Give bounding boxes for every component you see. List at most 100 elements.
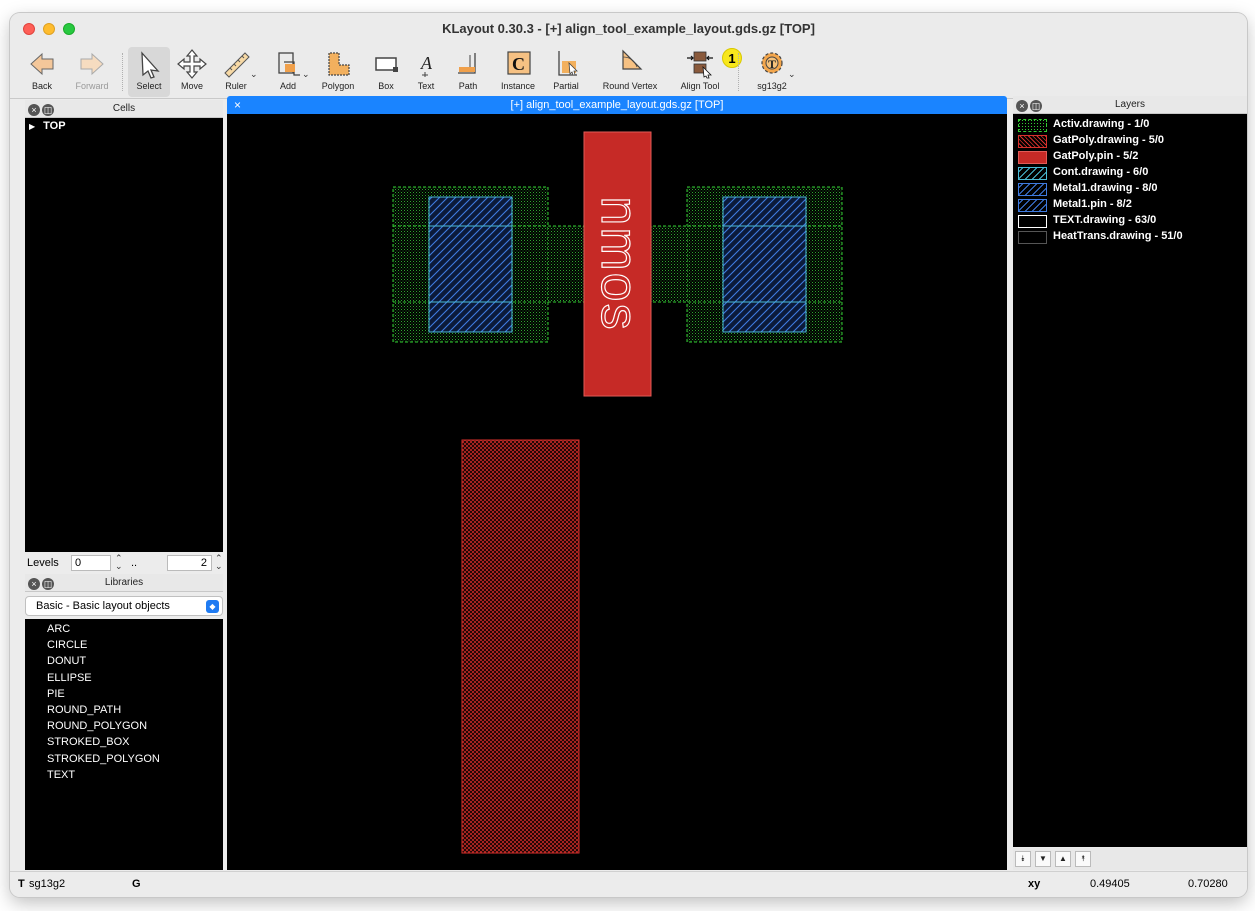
layers-panel-header: × ◫ Layers — [1013, 96, 1247, 114]
polygon-tool-button[interactable]: Polygon — [316, 47, 360, 97]
toolbar-separator — [122, 53, 123, 91]
level-to-stepper[interactable]: ⌃ ⌄ — [215, 554, 223, 571]
library-cell-item[interactable]: ELLIPSE — [47, 670, 223, 686]
move-down-icon[interactable]: ▼ — [1035, 851, 1051, 867]
coord-x: 0.49405 — [1090, 878, 1130, 890]
metal1-right[interactable] — [722, 196, 807, 333]
layer-row[interactable]: HeatTrans.drawing - 51/0 — [1013, 229, 1247, 245]
library-cell-item[interactable]: STROKED_POLYGON — [47, 751, 223, 767]
klayout-window: KLayout 0.30.3 - [+] align_tool_example_… — [10, 13, 1247, 897]
layer-row[interactable]: TEXT.drawing - 63/0 — [1013, 213, 1247, 229]
levels-control: Levels ⌃⌄ .. ⌃⌄ — [25, 553, 223, 573]
library-cell-item[interactable]: TEXT — [47, 767, 223, 783]
layer-swatch — [1018, 119, 1047, 132]
ruler-icon — [224, 52, 250, 78]
move-arrows-icon — [177, 49, 207, 79]
window-title: KLayout 0.30.3 - [+] align_tool_example_… — [442, 21, 815, 36]
forward-arrow-icon — [80, 52, 104, 76]
cell-tree-item[interactable]: ▶ TOP — [29, 120, 219, 132]
back-button[interactable]: Back — [22, 47, 62, 97]
cells-panel-header: × ◫ Cells — [25, 100, 223, 118]
move-tool-button[interactable]: Move — [174, 47, 210, 97]
layout-tab[interactable]: × [+] align_tool_example_layout.gds.gz [… — [227, 96, 1007, 114]
layout-drawing[interactable]: nmos — [227, 114, 1007, 870]
library-cell-item[interactable]: PIE — [47, 686, 223, 702]
layer-row[interactable]: Metal1.drawing - 8/0 — [1013, 181, 1247, 197]
cells-tree: ▶ TOP — [25, 118, 223, 552]
layer-swatch — [1018, 151, 1047, 164]
library-cell-item[interactable]: STROKED_BOX — [47, 734, 223, 750]
library-cell-item[interactable]: ROUND_PATH — [47, 702, 223, 718]
layer-row[interactable]: GatPoly.pin - 5/2 — [1013, 149, 1247, 165]
library-select[interactable]: Basic - Basic layout objects ◆ — [25, 596, 223, 616]
technology-button[interactable]: T sg13g2 ⌄ — [750, 47, 796, 97]
svg-text:T: T — [768, 57, 776, 71]
layer-row[interactable]: GatPoly.drawing - 5/0 — [1013, 133, 1247, 149]
text-icon: A — [420, 53, 433, 77]
level-to-input[interactable] — [167, 555, 212, 571]
layer-row[interactable]: Cont.drawing - 6/0 — [1013, 165, 1247, 181]
technology-dropdown-icon[interactable]: ⌄ — [788, 69, 796, 80]
float-panel-icon[interactable]: ◫ — [42, 104, 54, 116]
text-tool-button[interactable]: A Text — [410, 47, 442, 97]
layout-canvas[interactable]: nmos — [227, 114, 1007, 870]
libraries-panel-header: × ◫ Libraries — [25, 574, 223, 592]
level-from-input[interactable] — [71, 555, 111, 571]
toolbar-separator — [738, 53, 739, 91]
close-panel-icon[interactable]: × — [28, 578, 40, 590]
ruler-dropdown-icon[interactable]: ⌄ — [250, 69, 258, 80]
align-tool-button[interactable]: Align Tool — [674, 47, 726, 97]
layers-list: Activ.drawing - 1/0 GatPoly.drawing - 5/… — [1013, 114, 1247, 847]
select-chevron-icon: ◆ — [206, 600, 219, 613]
level-from-stepper[interactable]: ⌃ ⌄ — [115, 554, 123, 571]
main-toolbar: Back Forward Select Move Ruler ⌄ Add ⌄ P… — [10, 45, 1247, 99]
libraries-panel-title: Libraries — [104, 577, 144, 588]
box-icon — [375, 57, 398, 72]
library-cell-item[interactable]: DONUT — [47, 653, 223, 669]
close-panel-icon[interactable]: × — [28, 104, 40, 116]
library-cell-item[interactable]: CIRCLE — [47, 637, 223, 653]
move-to-bottom-icon[interactable]: ⯯ — [1015, 851, 1031, 867]
gatpoly-drawing[interactable] — [461, 439, 580, 854]
ruler-tool-button[interactable]: Ruler ⌄ — [216, 47, 258, 97]
coord-label: xy — [1028, 878, 1041, 890]
layer-swatch — [1018, 135, 1047, 148]
cells-panel-title: Cells — [112, 103, 136, 114]
close-panel-icon[interactable]: × — [1016, 100, 1028, 112]
add-dropdown-icon[interactable]: ⌄ — [302, 69, 310, 80]
grid-indicator: G — [132, 878, 141, 890]
expand-triangle-icon[interactable]: ▶ — [29, 122, 35, 131]
tech-prefix: T — [18, 878, 25, 890]
move-to-top-icon[interactable]: ⯭ — [1075, 851, 1091, 867]
partial-tool-button[interactable]: Partial — [546, 47, 586, 97]
path-tool-button[interactable]: Path — [450, 47, 486, 97]
select-arrow-icon — [141, 51, 160, 79]
round-vertex-button[interactable]: Round Vertex — [598, 47, 662, 97]
layer-row[interactable]: Metal1.pin - 8/2 — [1013, 197, 1247, 213]
move-up-icon[interactable]: ▲ — [1055, 851, 1071, 867]
layer-swatch — [1018, 183, 1047, 196]
close-tab-icon[interactable]: × — [234, 96, 241, 114]
svg-text:A: A — [420, 53, 433, 73]
title-bar: KLayout 0.30.3 - [+] align_tool_example_… — [10, 13, 1247, 45]
status-bar: T sg13g2 G xy 0.49405 0.70280 — [10, 871, 1247, 897]
back-arrow-icon — [30, 52, 54, 76]
metal1-left[interactable] — [428, 196, 513, 333]
library-cell-list: ARC CIRCLE DONUT ELLIPSE PIE ROUND_PATH … — [25, 619, 223, 870]
layer-row[interactable]: Activ.drawing - 1/0 — [1013, 117, 1247, 133]
select-tool-button[interactable]: Select — [128, 47, 170, 97]
layer-swatch — [1018, 215, 1047, 228]
layer-swatch — [1018, 199, 1047, 212]
add-tool-button[interactable]: Add ⌄ — [268, 47, 310, 97]
library-cell-item[interactable]: ROUND_POLYGON — [47, 718, 223, 734]
instance-tool-button[interactable]: C Instance — [494, 47, 542, 97]
nmos-label[interactable]: nmos — [589, 196, 648, 332]
polygon-icon — [328, 52, 350, 76]
partial-edit-icon — [558, 51, 578, 76]
svg-text:C: C — [512, 54, 525, 74]
library-cell-item[interactable]: ARC — [47, 621, 223, 637]
box-tool-button[interactable]: Box — [368, 47, 404, 97]
float-panel-icon[interactable]: ◫ — [42, 578, 54, 590]
forward-button[interactable]: Forward — [70, 47, 114, 97]
float-panel-icon[interactable]: ◫ — [1030, 100, 1042, 112]
